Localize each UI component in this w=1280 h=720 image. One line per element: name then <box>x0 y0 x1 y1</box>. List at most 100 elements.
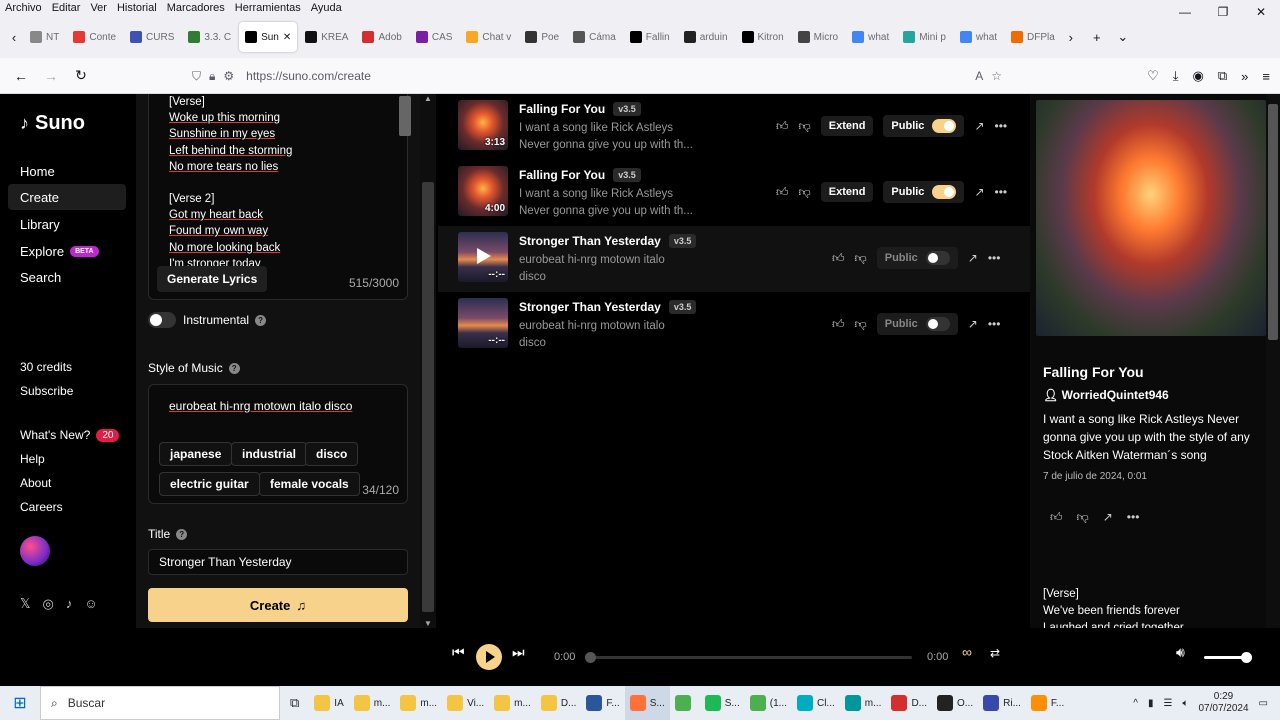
x-icon[interactable]: 𝕏 <box>20 596 30 612</box>
lyrics-textarea[interactable]: [Verse] Woke up this morning Sunshine in m… <box>148 94 411 300</box>
loop-icon[interactable]: ∞ <box>962 644 972 660</box>
song-thumbnail[interactable]: 4:00 <box>458 166 508 216</box>
play-icon[interactable] <box>477 248 491 264</box>
taskbar-app[interactable]: Vi... <box>442 686 489 720</box>
url-text[interactable]: https://suno.com/create <box>246 69 371 83</box>
progress-bar[interactable] <box>585 652 912 663</box>
network-icon[interactable]: ☰ <box>1164 698 1173 709</box>
browser-tab[interactable]: Kitron <box>736 22 790 52</box>
back-icon[interactable]: ← <box>6 68 36 84</box>
clock[interactable]: 0:29 07/07/2024 <box>1198 691 1248 715</box>
close-tab-icon[interactable]: ✕ <box>283 32 291 43</box>
like-icon[interactable]: 👍︎ <box>776 119 789 134</box>
sidebar-item-library[interactable]: Library <box>8 211 126 237</box>
taskbar-app[interactable] <box>670 686 700 720</box>
detail-title[interactable]: Falling For You <box>1043 364 1144 380</box>
taskbar-app[interactable]: m... <box>840 686 887 720</box>
browser-tab[interactable]: KREA <box>299 22 354 52</box>
menu-item[interactable]: Ayuda <box>306 2 347 14</box>
scrollbar-thumb[interactable] <box>422 182 434 612</box>
create-panel-scrollbar[interactable]: ▲ ▼ <box>420 94 436 628</box>
share-icon[interactable]: ↗ <box>974 119 984 133</box>
taskbar-search[interactable]: ⌕ Buscar <box>40 686 280 720</box>
menu-item[interactable]: Historial <box>112 2 162 14</box>
browser-tab[interactable]: Fallin <box>624 22 676 52</box>
share-icon[interactable]: ↗ <box>1103 510 1113 525</box>
extend-button[interactable]: Extend <box>820 182 874 202</box>
browser-tab[interactable]: Cáma <box>567 22 622 52</box>
song-title[interactable]: Stronger Than Yesterday v3.5 <box>519 300 697 314</box>
public-switch[interactable] <box>932 185 957 199</box>
style-tag-chip[interactable]: female vocals <box>259 472 360 496</box>
volume-icon[interactable]: 🔊︎ <box>1176 644 1185 661</box>
lyrics-content[interactable]: [Verse] Woke up this morning Sunshine in m… <box>169 94 389 272</box>
taskbar-app[interactable]: (1... <box>745 686 792 720</box>
browser-tab[interactable]: Mini p <box>897 22 952 52</box>
taskbar-app[interactable]: D... <box>536 686 582 720</box>
page-scrollbar[interactable] <box>1266 94 1280 628</box>
song-cover-image[interactable] <box>1036 100 1266 336</box>
taskbar-app[interactable]: IA <box>309 686 348 720</box>
help-link[interactable]: Help <box>20 452 45 466</box>
more-icon[interactable]: ••• <box>988 251 1001 265</box>
style-tag-chip[interactable]: industrial <box>231 442 308 466</box>
browser-tab[interactable]: CAS <box>410 22 459 52</box>
about-link[interactable]: About <box>20 476 51 490</box>
permissions-icon[interactable]: ⚙ <box>223 69 234 83</box>
windows-start-icon[interactable]: ⊞ <box>0 693 40 713</box>
taskbar-app[interactable]: m... <box>395 686 442 720</box>
speaker-icon[interactable]: 🔈︎ <box>1182 698 1188 709</box>
share-icon[interactable]: ↗ <box>974 185 984 199</box>
browser-tab[interactable]: NT <box>24 22 65 52</box>
detail-user[interactable]: 👤︎ WorriedQuintet946 <box>1043 388 1169 402</box>
progress-knob[interactable] <box>585 652 596 663</box>
song-thumbnail[interactable]: --:-- <box>458 232 508 282</box>
tabs-scroll-right-icon[interactable]: › <box>1061 30 1081 45</box>
browser-tab[interactable]: what <box>846 22 895 52</box>
browser-tab[interactable]: Conte <box>67 22 122 52</box>
dislike-icon[interactable]: 👎︎ <box>799 185 811 200</box>
whats-new-link[interactable]: What's New? 20 <box>20 428 120 442</box>
more-icon[interactable]: ••• <box>995 119 1008 133</box>
taskbar-app[interactable]: D... <box>886 686 932 720</box>
tab-list-menu-icon[interactable]: ⌄ <box>1113 29 1133 45</box>
create-button[interactable]: Create ♫ <box>148 588 408 622</box>
title-input[interactable] <box>148 549 408 575</box>
play-button[interactable] <box>476 644 502 670</box>
scroll-up-icon[interactable]: ▲ <box>420 94 436 103</box>
scroll-down-icon[interactable]: ▼ <box>420 619 436 628</box>
more-icon[interactable]: ••• <box>988 317 1001 331</box>
careers-link[interactable]: Careers <box>20 500 63 514</box>
notifications-icon[interactable]: ▭ <box>1259 698 1268 709</box>
sidebar-item-search[interactable]: Search <box>8 264 126 290</box>
song-row[interactable]: 3:13 Falling For You v3.5 I want a song lik… <box>438 94 1030 160</box>
suno-logo[interactable]: ♪ Suno <box>20 112 85 135</box>
more-icon[interactable]: ••• <box>1127 510 1140 525</box>
taskbar-app[interactable]: m... <box>489 686 536 720</box>
share-icon[interactable]: ↗ <box>968 317 978 331</box>
browser-tab[interactable]: arduin <box>678 22 734 52</box>
tiktok-icon[interactable]: ♪ <box>66 596 73 612</box>
browser-tab[interactable]: Sun ✕ <box>239 22 298 52</box>
public-switch[interactable] <box>925 317 950 331</box>
like-icon[interactable]: 👍︎ <box>776 185 789 200</box>
taskbar-app[interactable]: O... <box>932 686 978 720</box>
subscribe-link[interactable]: Subscribe <box>20 384 73 398</box>
browser-tab[interactable]: Chat v <box>460 22 517 52</box>
public-toggle[interactable]: Public <box>876 247 958 269</box>
instrumental-toggle[interactable] <box>148 312 176 328</box>
sidebar-item-explore[interactable]: Explore BETA <box>8 238 126 264</box>
song-row[interactable]: --:-- Stronger Than Yesterday v3.5 eurobeat… <box>438 226 1030 292</box>
song-row[interactable]: --:-- Stronger Than Yesterday v3.5 eurobeat… <box>438 292 1030 358</box>
tray-overflow-icon[interactable]: ^ <box>1133 698 1138 709</box>
new-tab-icon[interactable]: + <box>1087 30 1107 45</box>
song-thumbnail[interactable]: 3:13 <box>458 100 508 150</box>
style-input[interactable]: eurobeat hi-nrg motown italo disco japan… <box>148 384 408 504</box>
translate-icon[interactable]: A <box>975 69 983 83</box>
overflow-icon[interactable]: » <box>1241 69 1248 84</box>
public-toggle[interactable]: Public <box>883 115 965 137</box>
task-view-icon[interactable]: ⧉ <box>280 686 309 720</box>
bookmark-star-icon[interactable]: ☆ <box>991 69 1002 83</box>
forward-icon[interactable]: → <box>36 68 66 84</box>
help-icon[interactable]: ? <box>255 314 267 326</box>
